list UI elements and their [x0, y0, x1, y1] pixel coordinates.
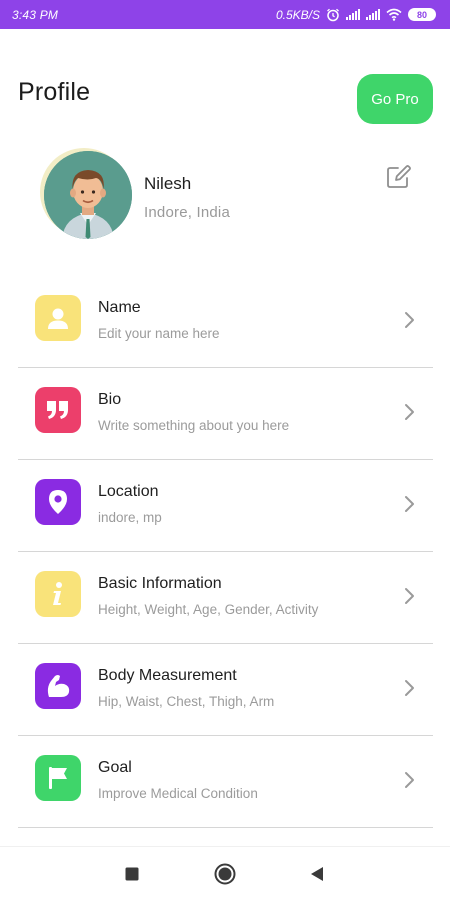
bicep-icon [35, 663, 81, 709]
avatar[interactable] [40, 148, 134, 240]
menu-item-body-measurement[interactable]: Body Measurement Hip, Waist, Chest, Thig… [18, 644, 433, 736]
status-time: 3:43 PM [12, 7, 59, 22]
signal-icon-2 [366, 9, 380, 20]
profile-location: Indore, India [144, 204, 230, 221]
person-illustration-icon [44, 151, 132, 239]
chevron-right-icon [405, 680, 414, 696]
avatar-image [44, 151, 132, 239]
network-speed: 0.5KB/S [275, 7, 320, 22]
wifi-icon [386, 8, 402, 21]
signal-icon [346, 9, 360, 20]
menu-item-title: Location [98, 483, 159, 500]
chevron-right-icon [405, 588, 414, 604]
status-indicators: 0.5KB/S 80 [276, 8, 436, 22]
profile-menu-list: Name Edit your name here Bio Write somet… [18, 276, 433, 828]
circle-home-icon [214, 863, 236, 885]
page-title: Profile [18, 78, 91, 106]
square-icon [125, 867, 139, 881]
menu-item-goal[interactable]: Goal Improve Medical Condition [18, 736, 433, 828]
menu-item-subtitle: Height, Weight, Age, Gender, Activity [98, 602, 319, 617]
quote-icon [35, 387, 81, 433]
info-icon [35, 571, 81, 617]
menu-item-subtitle: Improve Medical Condition [98, 786, 258, 801]
menu-item-basic-information[interactable]: Basic Information Height, Weight, Age, G… [18, 552, 433, 644]
flag-icon [35, 755, 81, 801]
menu-item-subtitle: Hip, Waist, Chest, Thigh, Arm [98, 694, 275, 709]
status-bar: 3:43 PM 0.5KB/S 80 [0, 0, 450, 29]
user-icon [35, 295, 81, 341]
home-button[interactable] [214, 863, 236, 885]
profile-name: Nilesh [144, 174, 192, 193]
location-pin-icon [35, 479, 81, 525]
menu-item-title: Bio [98, 391, 122, 408]
chevron-right-icon [405, 496, 414, 512]
menu-item-subtitle: indore, mp [98, 510, 162, 525]
chevron-right-icon [405, 772, 414, 788]
menu-item-title: Goal [98, 759, 132, 776]
menu-item-title: Body Measurement [98, 667, 237, 684]
menu-item-subtitle: Write something about you here [98, 418, 290, 433]
menu-item-location[interactable]: Location indore, mp [18, 460, 433, 552]
edit-icon [387, 165, 411, 188]
menu-item-subtitle: Edit your name here [98, 326, 220, 341]
battery-indicator: 80 [408, 8, 436, 21]
edit-profile-button[interactable] [384, 163, 414, 191]
triangle-back-icon [311, 867, 323, 881]
back-button[interactable] [306, 863, 328, 885]
menu-item-title: Basic Information [98, 575, 222, 592]
menu-item-bio[interactable]: Bio Write something about you here [18, 368, 433, 460]
navigation-bar [0, 846, 450, 900]
alarm-icon [327, 8, 339, 21]
menu-item-name[interactable]: Name Edit your name here [18, 276, 433, 368]
menu-item-title: Name [98, 299, 141, 316]
chevron-right-icon [405, 404, 414, 420]
go-pro-button[interactable]: Go Pro [357, 74, 433, 124]
chevron-right-icon [405, 312, 414, 328]
recent-apps-button[interactable] [121, 863, 143, 885]
